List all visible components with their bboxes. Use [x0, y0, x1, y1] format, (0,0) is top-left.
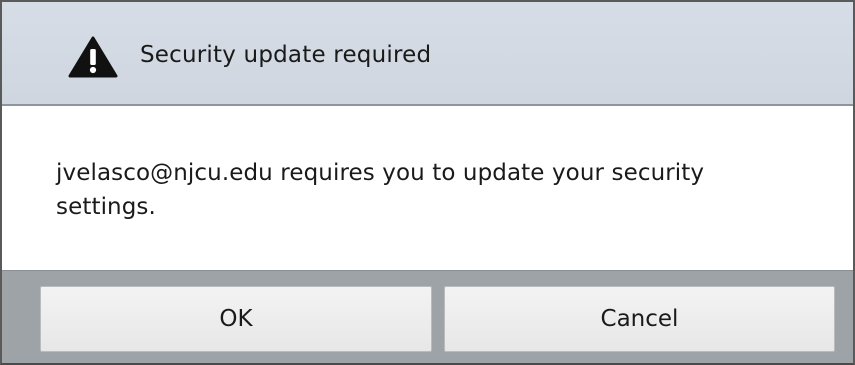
dialog-content: jvelasco@njcu.edu requires you to update…	[2, 106, 853, 270]
dialog-title-bar: Security update required	[2, 2, 853, 106]
cancel-button[interactable]: Cancel	[444, 286, 835, 352]
ok-button[interactable]: OK	[40, 286, 432, 352]
dialog-button-bar: OK Cancel	[2, 270, 853, 363]
dialog-title: Security update required	[140, 42, 432, 68]
security-update-dialog: Security update required jvelasco@njcu.e…	[0, 0, 855, 365]
dialog-message: jvelasco@njcu.edu requires you to update…	[56, 160, 705, 220]
warning-icon	[68, 36, 118, 78]
